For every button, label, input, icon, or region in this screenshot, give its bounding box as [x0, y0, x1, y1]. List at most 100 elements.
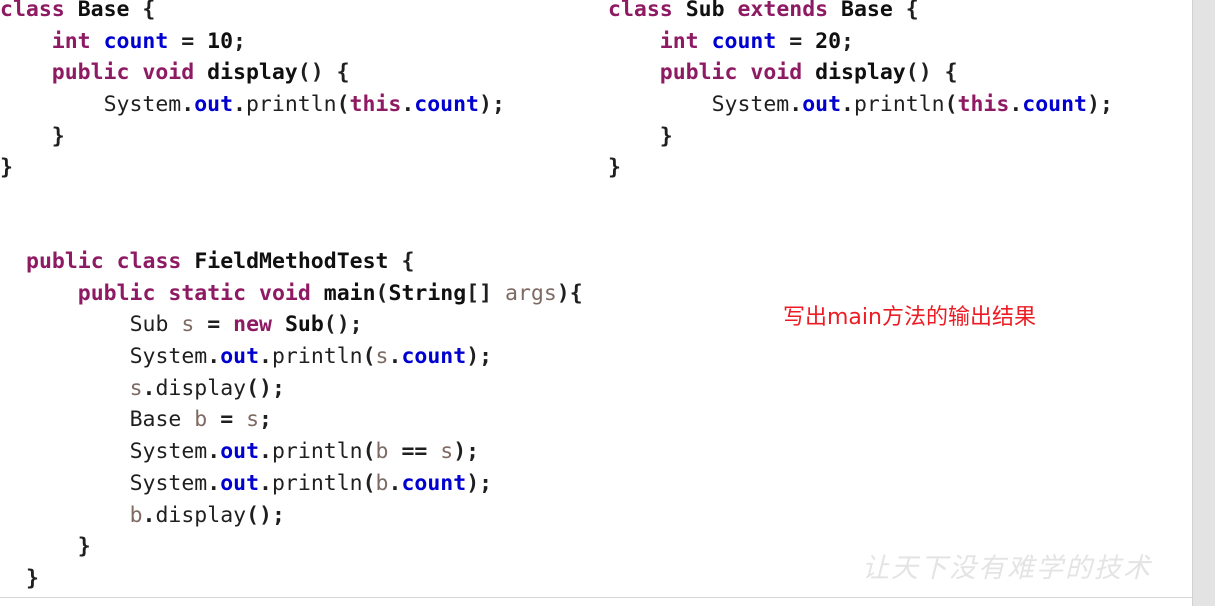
- code-line: System.out.println(b.count);: [26, 468, 583, 500]
- code-token: s: [246, 407, 260, 433]
- code-token: .: [207, 344, 221, 370]
- code-token: extends: [737, 0, 829, 22]
- code-token: );: [453, 439, 480, 465]
- code-token: 20: [815, 28, 842, 54]
- code-token: display: [155, 502, 247, 528]
- code-token: .: [207, 439, 221, 465]
- code-token: count: [401, 470, 467, 496]
- code-line: public static void main(String[] args){: [26, 278, 583, 310]
- code-token: out: [220, 439, 260, 465]
- code-token: );: [466, 470, 493, 496]
- code-token: out: [802, 92, 842, 118]
- code-line: System.out.println(s.count);: [26, 341, 583, 373]
- code-line: }: [26, 563, 583, 595]
- code-token: display: [815, 60, 906, 86]
- code-token: public: [659, 60, 738, 86]
- code-token: =: [168, 28, 208, 54]
- code-token: display: [155, 375, 247, 401]
- code-token: (: [944, 92, 958, 118]
- code-line: class Base {: [0, 0, 505, 26]
- sub-class-code: class Sub extends Base { int count = 20;…: [608, 0, 1113, 184]
- code-token: int: [659, 28, 699, 54]
- code-line: public void display() {: [608, 57, 1113, 89]
- code-token: .: [259, 439, 272, 465]
- code-token: .: [388, 344, 402, 370]
- code-token: count: [1022, 92, 1088, 118]
- code-token: System: [129, 344, 208, 370]
- code-token: }: [51, 123, 65, 149]
- code-token: count: [414, 92, 480, 118]
- code-token: void: [750, 60, 803, 86]
- code-token: =: [207, 407, 247, 433]
- code-token: s: [129, 375, 143, 401]
- code-token: .: [401, 92, 415, 118]
- code-token: }: [659, 123, 673, 149]
- slide-canvas: class Base { int count = 10; public void…: [0, 0, 1215, 606]
- code-token: {: [401, 249, 415, 274]
- code-token: =: [776, 28, 816, 54]
- code-token: (: [375, 280, 389, 306]
- code-token: []: [466, 280, 506, 306]
- code-token: b: [129, 502, 143, 528]
- code-token: );: [479, 92, 505, 118]
- code-line: System.out.println(this.count);: [0, 89, 505, 121]
- code-token: ;: [841, 28, 854, 54]
- code-token: out: [220, 344, 260, 370]
- code-line: Base b = s;: [26, 404, 583, 436]
- code-token: println: [245, 92, 337, 118]
- code-token: public: [26, 249, 104, 274]
- code-token: Sub: [129, 312, 169, 338]
- code-line: Sub s = new Sub();: [26, 309, 583, 341]
- code-token: count: [401, 344, 467, 370]
- code-token: b: [375, 439, 389, 465]
- code-token: =: [194, 312, 234, 338]
- code-token: );: [466, 344, 493, 370]
- right-gutter-strip: [1192, 0, 1215, 606]
- code-token: System: [103, 92, 182, 118]
- field-method-test-code: public class FieldMethodTest { public st…: [26, 246, 583, 595]
- code-token: FieldMethodTest: [194, 249, 389, 274]
- code-token: s: [375, 344, 389, 370]
- code-token: Base: [129, 407, 182, 433]
- code-token: class: [608, 0, 673, 22]
- code-token: Base: [841, 0, 893, 22]
- code-line: class Sub extends Base {: [608, 0, 1113, 26]
- code-token: ();: [323, 312, 363, 338]
- code-token: (: [362, 344, 376, 370]
- code-token: 10: [207, 28, 234, 54]
- code-token: String: [388, 280, 467, 306]
- code-token: System: [129, 439, 208, 465]
- code-token: {: [142, 0, 156, 22]
- base-class-code: class Base { int count = 10; public void…: [0, 0, 505, 184]
- code-token: System: [129, 470, 208, 496]
- code-token: println: [271, 470, 363, 496]
- code-token: ){: [556, 280, 583, 306]
- code-token: main: [323, 280, 376, 306]
- code-token: static: [168, 280, 247, 306]
- code-token: }: [26, 565, 39, 591]
- code-token: println: [271, 344, 363, 370]
- code-token: .: [207, 470, 221, 496]
- code-token: args: [505, 280, 557, 306]
